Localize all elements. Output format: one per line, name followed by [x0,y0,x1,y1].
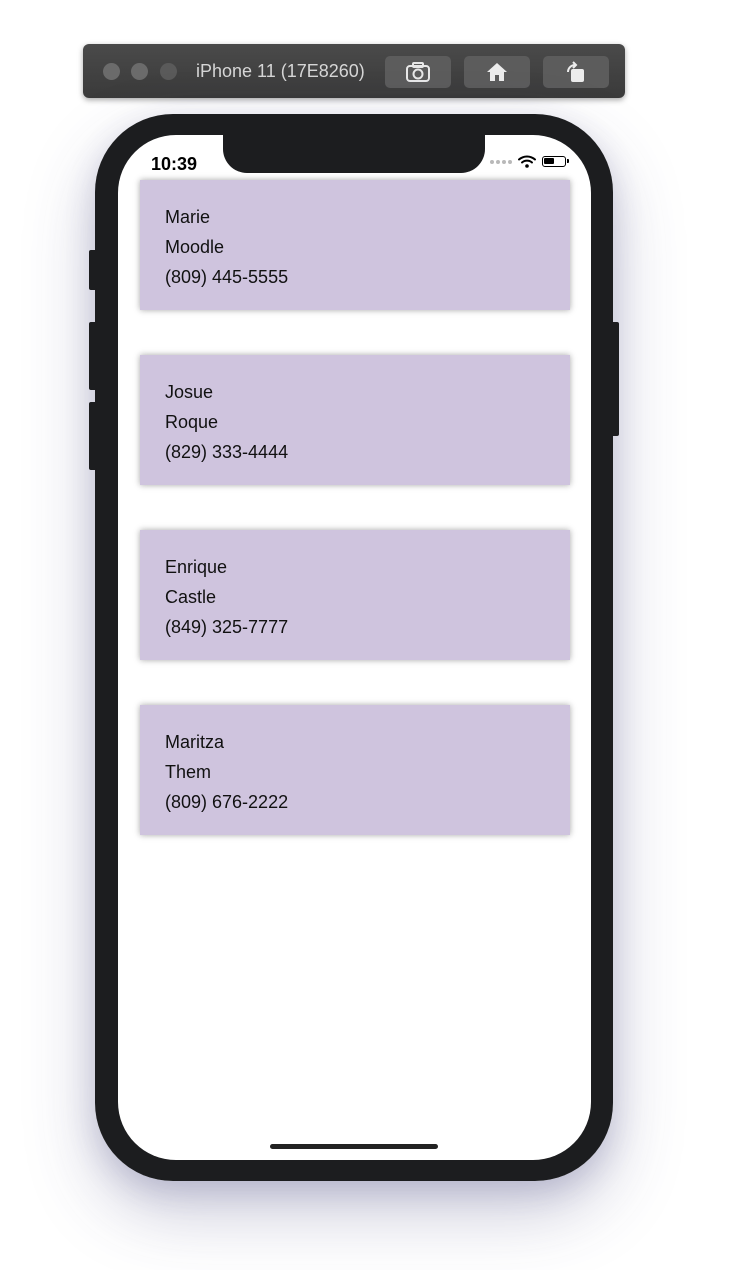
contact-first-name: Enrique [165,557,228,577]
contact-first-name: Josue [165,382,214,402]
simulator-title: iPhone 11 (17E8260) [196,61,365,81]
battery-fill [544,158,554,164]
volume-up-button [89,322,97,390]
contact-card[interactable]: Maritza Them (809) 676-2222 [140,705,570,835]
contact-phone: (829) 333-4444 [165,442,289,462]
camera-icon [406,62,430,82]
contact-list: Marie Moodle (809) 445-5555 Josue Roque … [140,180,570,880]
contact-last-name: Castle [165,587,217,607]
contact-last-name: Roque [165,412,219,432]
notch [223,135,485,173]
screenshot-button[interactable] [385,56,451,88]
contact-last-name: Moodle [165,237,225,257]
contact-card[interactable]: Enrique Castle (849) 325-7777 [140,530,570,660]
contact-card[interactable]: Josue Roque (829) 333-4444 [140,355,570,485]
battery-icon [542,156,569,167]
volume-down-button [89,402,97,470]
minimize-window-button[interactable] [131,63,148,80]
zoom-window-button[interactable] [160,63,177,80]
cellular-signal-icon [490,159,512,164]
home-indicator[interactable] [270,1144,438,1149]
contact-phone: (809) 676-2222 [165,792,289,812]
power-button [611,322,619,436]
contact-card[interactable]: Marie Moodle (809) 445-5555 [140,180,570,310]
mute-switch [89,250,97,290]
contact-first-name: Maritza [165,732,225,752]
rotate-button[interactable] [543,56,609,88]
phone-screen: 10:39 Marie Moodle (809) 445-5555 Josue … [118,135,591,1160]
wifi-icon [518,155,536,168]
contact-phone: (849) 325-7777 [165,617,289,637]
stage: iPhone 11 (17E8260) 10:39 Marie Moodle (… [0,0,730,1270]
contact-last-name: Them [165,762,212,782]
status-indicators [490,155,569,168]
rotate-icon [567,61,584,82]
contact-first-name: Marie [165,207,211,227]
home-button[interactable] [464,56,530,88]
contact-phone: (809) 445-5555 [165,267,289,287]
close-window-button[interactable] [103,63,120,80]
status-time: 10:39 [151,154,198,174]
home-icon [487,63,507,81]
